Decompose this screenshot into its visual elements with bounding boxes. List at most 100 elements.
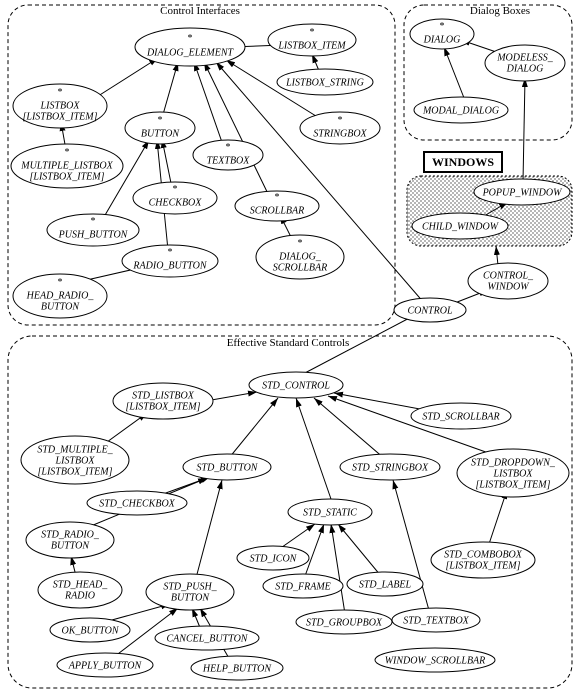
node-cancel-button: CANCEL_BUTTON [155,626,259,650]
svg-text:MODELESS_: MODELESS_ [496,52,554,63]
svg-text:MULTIPLE_LISTBOX: MULTIPLE_LISTBOX [20,160,113,171]
node-listbox: * LISTBOX [LISTBOX_ITEM] [13,84,107,128]
svg-text:STD_HEAD_: STD_HEAD_ [53,579,108,590]
svg-text:STD_CHECKBOX: STD_CHECKBOX [99,498,175,509]
svg-text:DIALOG_ELEMENT: DIALOG_ELEMENT [146,47,235,58]
node-std-scrollbar: STD_SCROLLBAR [411,403,511,429]
svg-text:RADIO: RADIO [64,590,95,601]
svg-text:STD_CONTROL: STD_CONTROL [262,380,330,391]
svg-text:APPLY_BUTTON: APPLY_BUTTON [68,660,143,671]
svg-text:STD_BUTTON: STD_BUTTON [197,462,259,473]
node-std-frame: STD_FRAME [263,574,343,598]
svg-text:BUTTON: BUTTON [41,301,80,312]
svg-text:*: * [58,87,63,98]
svg-text:BUTTON: BUTTON [171,592,210,603]
svg-text:*: * [298,238,303,249]
diagram: Control Interfaces Dialog Boxes WINDOWS … [0,0,577,694]
svg-text:BUTTON: BUTTON [141,128,180,139]
svg-text:*: * [58,277,63,288]
svg-text:WINDOW_SCROLLBAR: WINDOW_SCROLLBAR [385,655,486,666]
svg-text:STD_PUSH_: STD_PUSH_ [163,581,217,592]
svg-text:STD_TEXTBOX: STD_TEXTBOX [403,615,469,626]
node-push-button: * PUSH_BUTTON [47,214,139,246]
svg-text:*: * [338,115,343,126]
svg-text:[LISTBOX_ITEM]: [LISTBOX_ITEM] [125,401,200,412]
svg-text:*: * [65,147,70,158]
node-control-window: CONTROL_ WINDOW [468,263,548,299]
node-std-head-radio: STD_HEAD_ RADIO [38,572,122,608]
node-listbox-item: * LISTBOX_ITEM [268,24,356,56]
svg-text:STD_LABEL: STD_LABEL [359,579,412,590]
group-title-ci: Control Interfaces [160,5,240,17]
svg-text:SCROLLBAR: SCROLLBAR [273,262,327,273]
svg-text:PUSH_BUTTON: PUSH_BUTTON [58,229,129,240]
node-textbox: * TEXTBOX [193,140,263,170]
svg-text:*: * [275,192,280,203]
svg-text:STD_MULTIPLE_: STD_MULTIPLE_ [37,444,113,455]
node-dialog-element: * DIALOG_ELEMENT [135,28,245,66]
node-std-label: STD_LABEL [347,572,423,596]
node-help-button: HELP_BUTTON [191,656,283,680]
node-modal-dialog: MODAL_DIALOG [414,97,508,123]
svg-text:RADIO_BUTTON: RADIO_BUTTON [132,260,207,271]
node-std-multiple-listbox: STD_MULTIPLE_ LISTBOX [LISTBOX_ITEM] [21,436,129,484]
node-radio-button: * RADIO_BUTTON [122,245,218,277]
svg-text:*: * [158,115,163,126]
svg-text:STD_GROUPBOX: STD_GROUPBOX [306,617,383,628]
node-std-button: STD_BUTTON [183,454,271,480]
group-title-db: Dialog Boxes [470,5,530,17]
svg-text:*: * [188,33,193,44]
node-checkbox: * CHECKBOX [133,182,217,214]
svg-text:[LISTBOX_ITEM]: [LISTBOX_ITEM] [37,466,112,477]
svg-text:CONTROL_: CONTROL_ [483,270,534,281]
svg-text:STD_SCROLLBAR: STD_SCROLLBAR [422,411,499,422]
svg-text:LISTBOX_STRING: LISTBOX_STRING [285,77,364,88]
svg-text:TEXTBOX: TEXTBOX [207,155,251,166]
svg-text:LISTBOX: LISTBOX [493,468,534,479]
svg-text:STD_COMBOBOX: STD_COMBOBOX [444,549,523,560]
svg-text:DIALOG: DIALOG [423,34,461,45]
svg-text:CONTROL: CONTROL [407,305,452,316]
svg-text:CHECKBOX: CHECKBOX [149,197,203,208]
svg-text:STD_ICON: STD_ICON [250,553,298,564]
node-std-checkbox: STD_CHECKBOX [87,491,187,515]
node-std-groupbox: STD_GROUPBOX [296,610,392,634]
svg-text:*: * [440,21,445,32]
svg-text:STD_DROPDOWN_: STD_DROPDOWN_ [471,457,556,468]
node-std-static: STD_STATIC [288,499,372,525]
svg-text:LISTBOX: LISTBOX [40,100,81,111]
svg-text:STRINGBOX: STRINGBOX [313,128,367,139]
node-head-radio-button: * HEAD_RADIO_ BUTTON [13,274,107,318]
svg-text:STD_LISTBOX: STD_LISTBOX [132,390,195,401]
node-std-textbox: STD_TEXTBOX [392,608,480,632]
node-dialog: * DIALOG [410,19,474,49]
svg-text:CHILD_WINDOW: CHILD_WINDOW [422,221,500,232]
node-std-listbox: STD_LISTBOX [LISTBOX_ITEM] [113,383,213,419]
svg-text:POPUP_WINDOW: POPUP_WINDOW [482,187,564,198]
svg-text:DIALOG: DIALOG [506,63,544,74]
node-listbox-string: LISTBOX_STRING [277,69,373,95]
node-std-combobox: STD_COMBOBOX [LISTBOX_ITEM] [431,542,535,578]
node-std-push-button: STD_PUSH_ BUTTON [146,574,234,610]
svg-text:STD_STATIC: STD_STATIC [303,507,357,518]
svg-text:HEAD_RADIO_: HEAD_RADIO_ [26,290,95,301]
svg-text:LISTBOX_ITEM: LISTBOX_ITEM [277,40,346,51]
svg-text:BUTTON: BUTTON [51,540,90,551]
svg-text:[LISTBOX_ITEM]: [LISTBOX_ITEM] [475,479,550,490]
svg-text:[LISTBOX_ITEM]: [LISTBOX_ITEM] [29,171,104,182]
node-stringbox: * STRINGBOX [300,112,380,144]
node-std-control: STD_CONTROL [249,372,343,398]
svg-text:*: * [168,247,173,258]
svg-text:STD_STRINGBOX: STD_STRINGBOX [352,462,429,473]
node-control: CONTROL [394,298,466,322]
svg-text:*: * [226,142,231,153]
group-title-esc: Effective Standard Controls [227,337,350,349]
node-ok-button: OK_BUTTON [50,618,130,642]
node-std-icon: STD_ICON [237,546,309,570]
svg-text:STD_RADIO_: STD_RADIO_ [41,529,100,540]
node-button: * BUTTON [125,112,195,144]
svg-text:LISTBOX: LISTBOX [55,455,96,466]
svg-text:*: * [173,184,178,195]
svg-text:[LISTBOX_ITEM]: [LISTBOX_ITEM] [445,560,520,571]
node-std-radio-button: STD_RADIO_ BUTTON [26,522,114,558]
